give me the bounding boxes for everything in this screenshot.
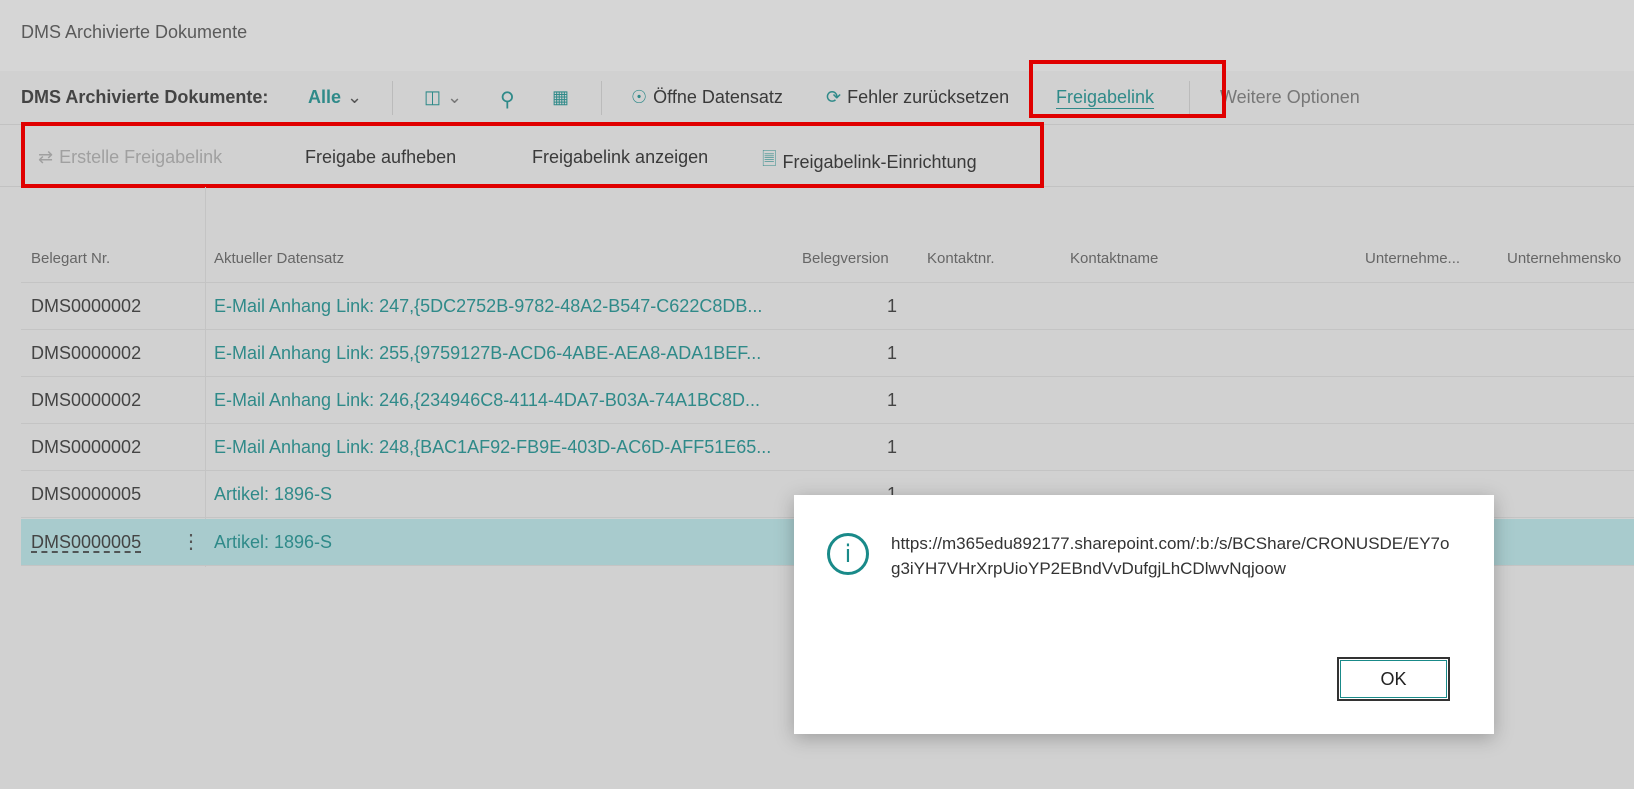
message-dialog: i https://m365edu892177.sharepoint.com/:… (794, 495, 1494, 734)
cell-record[interactable]: E-Mail Anhang Link: 246,{234946C8-4114-4… (214, 390, 774, 411)
office-share-button[interactable]: ◫ ⌄ (424, 87, 462, 108)
cell-record[interactable]: Artikel: 1896-S (214, 532, 774, 553)
col-header-contact-no[interactable]: Kontaktnr. (927, 250, 995, 267)
cell-version: 1 (886, 390, 897, 410)
reset-icon: ⟳ (826, 87, 842, 107)
chevron-down-icon: ⌄ (347, 87, 363, 107)
filter-label: Alle (308, 87, 342, 107)
open-record-label: Öffne Datensatz (653, 87, 783, 107)
dialog-message: https://m365edu892177.sharepoint.com/:b:… (891, 534, 1450, 578)
action-bar: DMS Archivierte Dokumente: Alle ⌄ ◫ ⌄ ⚲ ▦ … (0, 71, 1634, 125)
cell-nr[interactable]: DMS0000005 (31, 532, 141, 553)
table-row[interactable]: DMS0000002 E-Mail Anhang Link: 247,{5DC27… (21, 283, 1634, 330)
list-label: DMS Archivierte Dokumente: (21, 87, 269, 107)
divider (392, 81, 393, 115)
table-row[interactable]: DMS0000002 E-Mail Anhang Link: 248,{BAC1A… (21, 424, 1634, 471)
reset-errors-label: Fehler zurücksetzen (847, 87, 1010, 107)
col-header-record[interactable]: Aktueller Datensatz (214, 250, 344, 267)
cell-record[interactable]: Artikel: 1896-S (214, 484, 774, 505)
more-options-button[interactable]: Weitere Optionen (1220, 87, 1360, 108)
cell-record[interactable]: E-Mail Anhang Link: 248,{BAC1AF92-FB9E-4… (214, 437, 774, 458)
cell-nr[interactable]: DMS0000002 (31, 296, 141, 317)
row-menu-icon[interactable]: ⋮ (181, 529, 201, 554)
col-header-contact-name[interactable]: Kontaktname (1070, 250, 1158, 267)
cell-nr[interactable]: DMS0000002 (31, 390, 141, 411)
open-record-button[interactable]: ☉ Öffne Datensatz (631, 87, 783, 108)
col-header-version[interactable]: Belegversion (802, 250, 889, 267)
filter-dropdown[interactable]: Alle ⌄ (308, 87, 362, 108)
office-icon: ◫ (424, 87, 442, 107)
table-row[interactable]: DMS0000002 E-Mail Anhang Link: 246,{23494… (21, 377, 1634, 424)
layout-icon: ▦ (552, 87, 570, 107)
col-header-belegart[interactable]: Belegart Nr. (31, 250, 110, 267)
layout-button[interactable]: ▦ (552, 87, 569, 108)
cell-version: 1 (886, 343, 897, 363)
reset-errors-button[interactable]: ⟳ Fehler zurücksetzen (826, 87, 1009, 108)
ok-button[interactable]: OK (1337, 657, 1450, 701)
col-header-company[interactable]: Unternehme... (1365, 250, 1460, 267)
search-button[interactable]: ⚲ (500, 87, 515, 112)
divider (601, 81, 602, 115)
highlight-box (1029, 60, 1226, 118)
col-header-company-contact[interactable]: Unternehmensko (1507, 250, 1621, 267)
cell-nr[interactable]: DMS0000005 (31, 484, 141, 505)
page-title: DMS Archivierte Dokumente (21, 22, 248, 42)
cell-version: 1 (886, 296, 897, 316)
cell-nr[interactable]: DMS0000002 (31, 437, 141, 458)
cell-record[interactable]: E-Mail Anhang Link: 255,{9759127B-ACD6-4… (214, 343, 774, 364)
info-icon: i (827, 533, 869, 575)
cell-record[interactable]: E-Mail Anhang Link: 247,{5DC2752B-9782-4… (214, 296, 774, 317)
table-row[interactable]: DMS0000002 E-Mail Anhang Link: 255,{97591… (21, 330, 1634, 377)
cell-nr[interactable]: DMS0000002 (31, 343, 141, 364)
chevron-down-icon: ⌄ (447, 87, 463, 107)
search-icon: ⚲ (500, 89, 515, 111)
eye-icon: ☉ (631, 87, 648, 107)
title-bar: DMS Archivierte Dokumente (0, 0, 1634, 71)
highlight-box (21, 122, 1044, 188)
cell-version: 1 (886, 437, 897, 457)
